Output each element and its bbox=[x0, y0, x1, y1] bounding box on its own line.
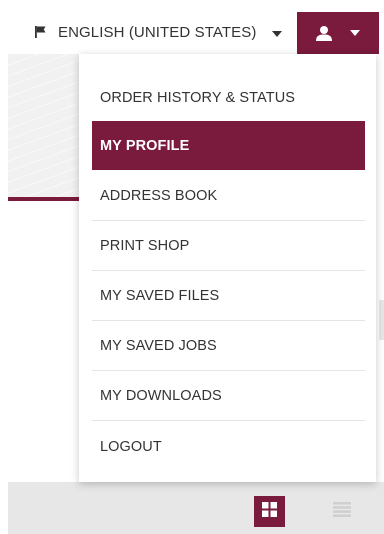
menu-item-print-shop[interactable]: PRINT SHOP bbox=[92, 222, 365, 271]
list-view-button[interactable] bbox=[326, 496, 357, 527]
grid-view-icon bbox=[262, 501, 277, 522]
menu-item-label: MY PROFILE bbox=[100, 137, 190, 154]
menu-item-label: ORDER HISTORY & STATUS bbox=[100, 90, 296, 106]
menu-item-label: MY SAVED FILES bbox=[100, 288, 220, 304]
menu-item-label: ADDRESS BOOK bbox=[100, 188, 218, 204]
menu-item-label: PRINT SHOP bbox=[100, 238, 190, 254]
menu-item-my-saved-jobs[interactable]: MY SAVED JOBS bbox=[92, 322, 365, 371]
grid-view-button[interactable] bbox=[254, 496, 285, 527]
menu-item-address-book[interactable]: ADDRESS BOOK bbox=[92, 172, 365, 221]
menu-item-label: LOGOUT bbox=[100, 438, 162, 455]
top-bar: ENGLISH (UNITED STATES) bbox=[0, 0, 384, 54]
menu-item-my-downloads[interactable]: MY DOWNLOADS bbox=[92, 372, 365, 421]
page-edge bbox=[376, 54, 384, 482]
list-view-icon bbox=[332, 501, 351, 522]
chevron-down-icon bbox=[350, 30, 360, 36]
menu-item-my-saved-files[interactable]: MY SAVED FILES bbox=[92, 272, 365, 321]
menu-item-my-profile[interactable]: MY PROFILE bbox=[92, 121, 365, 170]
menu-item-label: MY DOWNLOADS bbox=[100, 388, 222, 404]
user-menu-button[interactable] bbox=[297, 12, 379, 54]
scrollbar[interactable] bbox=[379, 300, 384, 340]
flag-icon bbox=[34, 25, 48, 39]
language-label: ENGLISH (UNITED STATES) bbox=[58, 23, 257, 41]
chevron-down-icon bbox=[272, 24, 283, 41]
language-selector[interactable]: ENGLISH (UNITED STATES) bbox=[34, 12, 296, 52]
menu-item-order-history[interactable]: ORDER HISTORY & STATUS bbox=[92, 74, 365, 123]
user-icon bbox=[316, 25, 332, 41]
menu-item-logout[interactable]: LOGOUT bbox=[92, 422, 365, 471]
user-dropdown-menu: ORDER HISTORY & STATUS MY PROFILE ADDRES… bbox=[79, 54, 376, 482]
menu-item-label: MY SAVED JOBS bbox=[100, 338, 217, 354]
